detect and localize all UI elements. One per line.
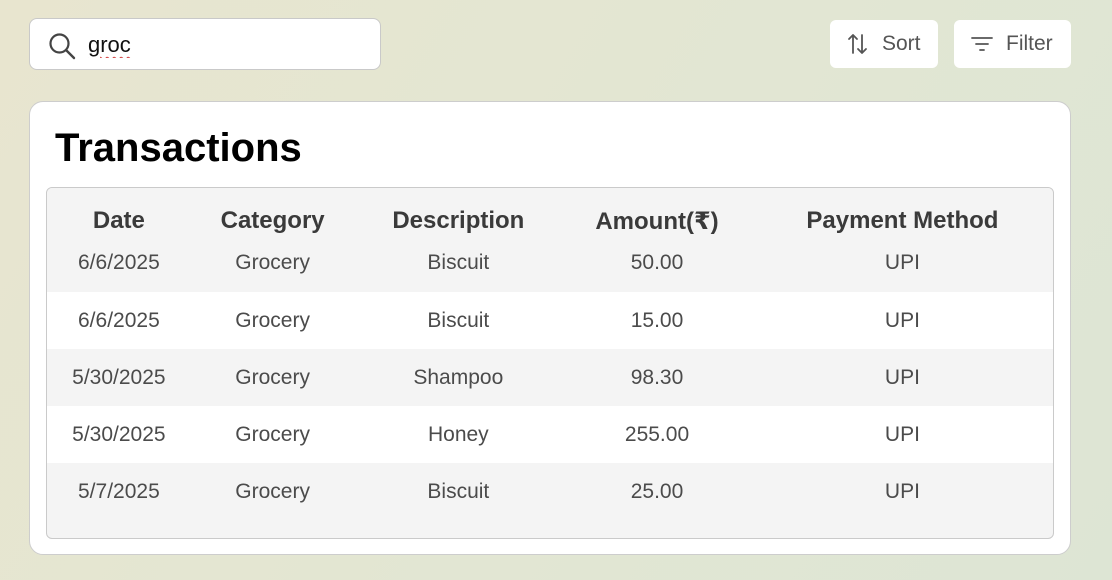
cell-category: Grocery [190, 292, 355, 349]
transactions-table: Date Category Description Amount(₹) Paym… [47, 188, 1053, 520]
column-header-category[interactable]: Category [190, 188, 355, 244]
cell-payment-method: UPI [751, 349, 1053, 406]
cell-description: Biscuit [354, 292, 563, 349]
filter-lines-icon [971, 37, 993, 51]
transactions-card: Transactions Date Category Description A… [29, 101, 1071, 555]
search-input[interactable] [88, 29, 368, 61]
sort-arrows-icon [848, 34, 867, 54]
column-header-date[interactable]: Date [47, 188, 191, 244]
cell-description: Biscuit [354, 244, 563, 292]
search-icon [49, 33, 76, 60]
cell-date: 6/6/2025 [47, 244, 191, 292]
cell-date: 5/30/2025 [47, 406, 191, 463]
search-box[interactable] [29, 18, 381, 70]
column-header-payment-method[interactable]: Payment Method [751, 188, 1053, 244]
sort-label: Sort [882, 32, 921, 55]
cell-amount: 255.00 [562, 406, 752, 463]
table-row[interactable]: 6/6/2025 Grocery Biscuit 15.00 UPI [47, 292, 1053, 349]
table-row[interactable]: 6/6/2025 Grocery Biscuit 50.00 UPI [47, 244, 1053, 292]
table-row[interactable]: 5/7/2025 Grocery Biscuit 25.00 UPI [47, 463, 1053, 520]
cell-category: Grocery [190, 349, 355, 406]
cell-amount: 25.00 [562, 463, 752, 520]
filter-label: Filter [1006, 32, 1053, 55]
cell-category: Grocery [190, 244, 355, 292]
cell-description: Biscuit [354, 463, 563, 520]
transactions-table-container[interactable]: Date Category Description Amount(₹) Paym… [46, 187, 1054, 539]
page-title: Transactions [55, 126, 302, 170]
table-row[interactable]: 5/30/2025 Grocery Honey 255.00 UPI [47, 406, 1053, 463]
cell-payment-method: UPI [751, 292, 1053, 349]
column-header-description[interactable]: Description [354, 188, 563, 244]
cell-date: 5/7/2025 [47, 463, 191, 520]
cell-amount: 98.30 [562, 349, 752, 406]
cell-description: Honey [354, 406, 563, 463]
table-header-row: Date Category Description Amount(₹) Paym… [47, 188, 1053, 244]
cell-date: 6/6/2025 [47, 292, 191, 349]
cell-payment-method: UPI [751, 406, 1053, 463]
sort-button[interactable]: Sort [830, 20, 938, 68]
cell-payment-method: UPI [751, 463, 1053, 520]
cell-amount: 50.00 [562, 244, 752, 292]
cell-payment-method: UPI [751, 244, 1053, 292]
cell-category: Grocery [190, 463, 355, 520]
filter-button[interactable]: Filter [954, 20, 1071, 68]
table-row[interactable]: 5/30/2025 Grocery Shampoo 98.30 UPI [47, 349, 1053, 406]
cell-category: Grocery [190, 406, 355, 463]
column-header-amount[interactable]: Amount(₹) [562, 188, 752, 244]
cell-amount: 15.00 [562, 292, 752, 349]
cell-description: Shampoo [354, 349, 563, 406]
cell-date: 5/30/2025 [47, 349, 191, 406]
